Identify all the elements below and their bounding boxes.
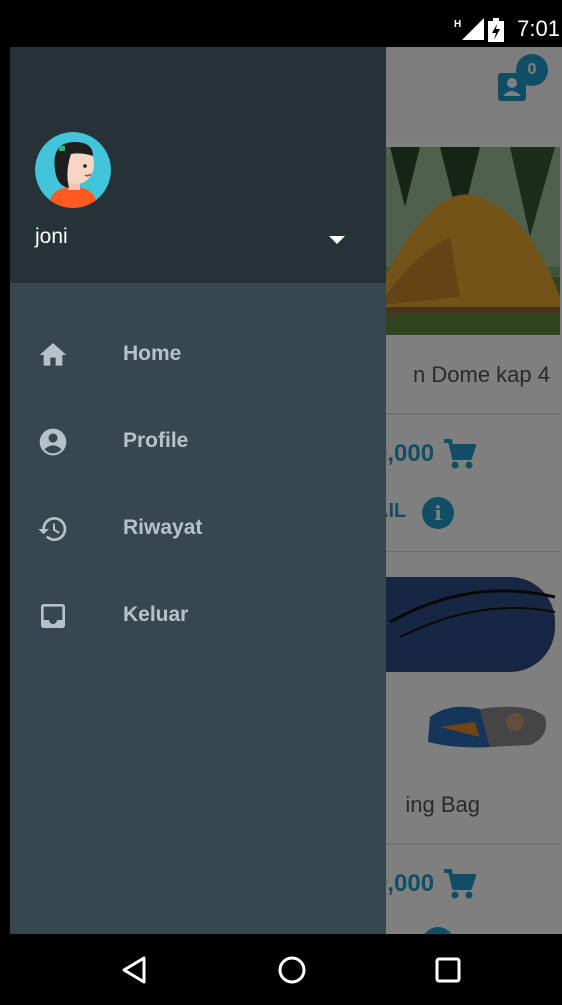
drawer-item-label: Profile xyxy=(123,429,189,452)
drawer-item-keluar[interactable]: Keluar xyxy=(10,586,386,646)
back-icon[interactable] xyxy=(118,952,154,988)
drawer-header: joni xyxy=(10,47,386,283)
system-nav-bar xyxy=(10,934,562,1005)
navigation-drawer: joni Home Profile Riwayat Keluar xyxy=(10,47,386,934)
drawer-item-label: Riwayat xyxy=(123,516,203,539)
drawer-item-riwayat[interactable]: Riwayat xyxy=(10,499,386,559)
status-time: 7:01 xyxy=(517,16,560,41)
avatar[interactable] xyxy=(35,132,111,208)
battery-charging-icon xyxy=(488,18,504,42)
home-circle-icon[interactable] xyxy=(274,952,310,988)
home-icon xyxy=(39,343,67,366)
drawer-item-label: Keluar xyxy=(123,603,189,626)
recents-square-icon[interactable] xyxy=(430,952,466,988)
signal-icon: H xyxy=(454,18,484,40)
phone-screen: H 7:01 0 xyxy=(10,10,562,1005)
inbox-icon xyxy=(41,604,65,628)
status-bar: H 7:01 xyxy=(10,10,562,47)
network-type-text: H xyxy=(454,19,461,30)
drawer-item-home[interactable]: Home xyxy=(10,325,386,385)
caret-down-icon[interactable] xyxy=(325,227,349,251)
drawer-item-profile[interactable]: Profile xyxy=(10,412,386,472)
drawer-item-label: Home xyxy=(123,342,182,365)
account-circle-icon xyxy=(39,428,67,456)
user-name: joni xyxy=(35,225,68,248)
history-icon xyxy=(38,517,67,541)
